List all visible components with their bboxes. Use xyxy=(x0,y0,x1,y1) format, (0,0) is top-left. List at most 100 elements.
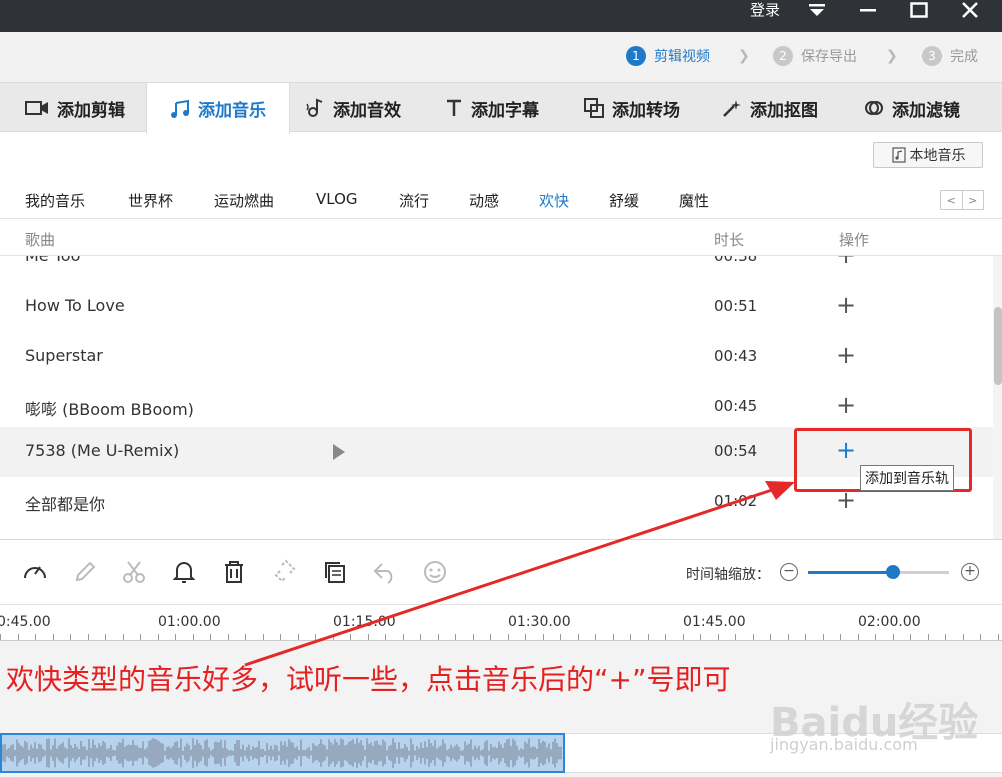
tab-add-clip[interactable]: 添加剪辑 xyxy=(25,83,125,133)
unlink-icon[interactable] xyxy=(271,558,299,586)
ruler-tick xyxy=(280,634,281,640)
scrollbar-thumb[interactable] xyxy=(994,307,1002,385)
add-to-track-button[interactable]: + xyxy=(836,256,856,267)
undo-icon[interactable] xyxy=(371,558,399,586)
local-music-button[interactable]: 本地音乐 xyxy=(873,142,983,168)
music-file-icon xyxy=(891,147,906,163)
ruler-tick xyxy=(525,634,526,640)
category-dynamic[interactable]: 动感 xyxy=(469,190,499,211)
category-soothing[interactable]: 舒缓 xyxy=(609,190,639,211)
step-edit-video[interactable]: 1 剪辑视频 xyxy=(626,46,710,66)
audio-clip[interactable] xyxy=(0,733,565,773)
column-song: 歌曲 xyxy=(25,231,56,249)
bell-icon[interactable] xyxy=(170,558,198,586)
tab-add-transition[interactable]: 添加转场 xyxy=(584,83,680,133)
trash-icon[interactable] xyxy=(220,558,248,586)
scissors-icon[interactable] xyxy=(120,558,148,586)
ruler-tick xyxy=(963,634,964,640)
chevron-left-icon[interactable]: < xyxy=(941,191,963,209)
maximize-icon[interactable] xyxy=(903,0,935,20)
ruler-label: 01:45.00 xyxy=(683,614,746,630)
list-item[interactable]: 嘭嘭 (BBoom BBoom) 00:45 + xyxy=(0,382,993,432)
speed-gauge-icon[interactable] xyxy=(21,558,49,586)
emoji-icon[interactable] xyxy=(421,558,449,586)
add-to-track-button[interactable]: + xyxy=(836,343,856,367)
ruler-tick xyxy=(945,634,946,640)
ruler-tick xyxy=(788,634,789,640)
category-pop[interactable]: 流行 xyxy=(399,190,429,211)
ruler-tick xyxy=(998,634,999,640)
category-vlog[interactable]: VLOG xyxy=(316,190,358,208)
category-world-cup[interactable]: 世界杯 xyxy=(128,190,173,211)
ruler-tick xyxy=(613,634,614,640)
copy-icon[interactable] xyxy=(321,558,349,586)
ruler-label: 0:45.00 xyxy=(0,614,51,630)
add-to-track-button[interactable]: + xyxy=(836,293,856,317)
watermark-url: jingyan.baidu.com xyxy=(770,735,918,754)
list-item[interactable]: Me Too 00:38 + xyxy=(0,256,993,282)
ruler-tick xyxy=(893,634,894,640)
ruler-tick xyxy=(368,634,369,640)
ruler-tick xyxy=(70,634,71,640)
ruler-tick xyxy=(210,634,211,640)
category-my-music[interactable]: 我的音乐 xyxy=(25,190,85,211)
add-to-track-button[interactable]: + xyxy=(836,393,856,417)
list-scrollbar[interactable] xyxy=(993,256,1002,539)
ruler-tick xyxy=(718,634,719,640)
chevron-right-icon[interactable]: > xyxy=(963,191,984,209)
play-icon[interactable] xyxy=(333,444,345,460)
step-save-export[interactable]: 2 保存导出 xyxy=(773,46,857,66)
song-list-header: 歌曲 时长 操作 xyxy=(0,218,1002,256)
login-link[interactable]: 登录 xyxy=(750,0,780,20)
ruler-tick xyxy=(193,634,194,640)
ruler-tick xyxy=(508,634,509,640)
tab-add-filter[interactable]: 添加滤镜 xyxy=(864,83,960,133)
ruler-tick xyxy=(35,634,36,640)
music-note-icon xyxy=(171,99,189,118)
category-sports[interactable]: 运动燃曲 xyxy=(214,190,274,211)
tab-add-subtitle[interactable]: 添加字幕 xyxy=(445,83,539,133)
zoom-slider-handle[interactable] xyxy=(885,565,900,579)
ruler-tick xyxy=(0,634,1,640)
ruler-tick xyxy=(630,634,631,640)
zoom-in-button[interactable]: + xyxy=(961,563,979,581)
ruler-tick xyxy=(455,634,456,640)
ruler-tick xyxy=(140,634,141,640)
tab-add-sound-effect[interactable]: 添加音效 xyxy=(305,83,401,133)
magic-wand-icon xyxy=(723,100,741,117)
tab-add-cutout[interactable]: 添加抠图 xyxy=(722,83,818,133)
tooltip: 添加到音乐轨 xyxy=(860,465,954,491)
ruler-tick xyxy=(840,634,841,640)
minimize-icon[interactable] xyxy=(852,0,884,20)
category-quirky[interactable]: 魔性 xyxy=(679,190,709,211)
step-done[interactable]: 3 完成 xyxy=(922,46,978,66)
ruler-tick xyxy=(158,634,159,640)
ruler-tick xyxy=(700,634,701,640)
ruler-tick xyxy=(403,634,404,640)
ruler-tick xyxy=(315,634,316,640)
timeline-zoom-label: 时间轴缩放： xyxy=(686,567,770,583)
list-item[interactable]: How To Love 00:51 + xyxy=(0,282,993,332)
ruler-tick xyxy=(420,634,421,640)
video-camera-icon xyxy=(25,101,48,115)
ruler-tick xyxy=(753,634,754,640)
category-cheerful[interactable]: 欢快 xyxy=(539,190,569,211)
list-item[interactable]: Superstar 00:43 + xyxy=(0,332,993,382)
timeline-ruler xyxy=(0,605,1002,641)
dropdown-menu-icon[interactable] xyxy=(801,0,833,20)
zoom-slider-fill xyxy=(808,571,893,574)
ruler-tick xyxy=(578,634,579,640)
ruler-tick xyxy=(53,634,54,640)
ruler-tick xyxy=(648,634,649,640)
ruler-tick xyxy=(735,634,736,640)
close-icon[interactable] xyxy=(954,0,986,20)
transition-icon xyxy=(584,98,604,118)
ruler-tick xyxy=(928,634,929,640)
ruler-tick xyxy=(123,634,124,640)
zoom-out-button[interactable]: − xyxy=(780,563,798,581)
pencil-icon[interactable] xyxy=(71,558,99,586)
ruler-tick xyxy=(595,634,596,640)
ruler-tick xyxy=(770,634,771,640)
tab-add-music[interactable]: 添加音乐 xyxy=(146,83,290,134)
chevron-right-icon: ❯ xyxy=(886,48,898,64)
